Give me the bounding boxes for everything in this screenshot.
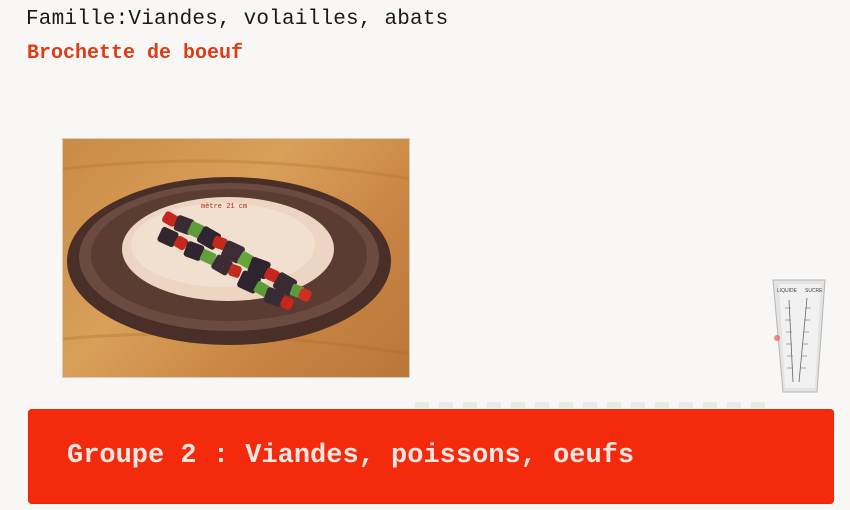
family-heading: Famille:Viandes, volailles, abats: [26, 8, 449, 31]
decorative-strip: [415, 402, 775, 408]
cup-label-left: LIQUIDE: [777, 288, 798, 294]
plate-skewer-image: mètre 21 cm: [63, 159, 409, 356]
cup-label-right: SUCRE: [805, 288, 823, 294]
group-banner: Groupe 2 : Viandes, poissons, oeufs: [28, 409, 834, 504]
photo-caption: mètre 21 cm: [201, 203, 247, 211]
measuring-cup-icon: LIQUIDE SUCRE: [771, 278, 827, 394]
dish-photo: mètre 21 cm: [62, 138, 410, 378]
dish-title: Brochette de boeuf: [27, 42, 244, 65]
group-label: Groupe 2 : Viandes, poissons, oeufs: [67, 441, 635, 471]
